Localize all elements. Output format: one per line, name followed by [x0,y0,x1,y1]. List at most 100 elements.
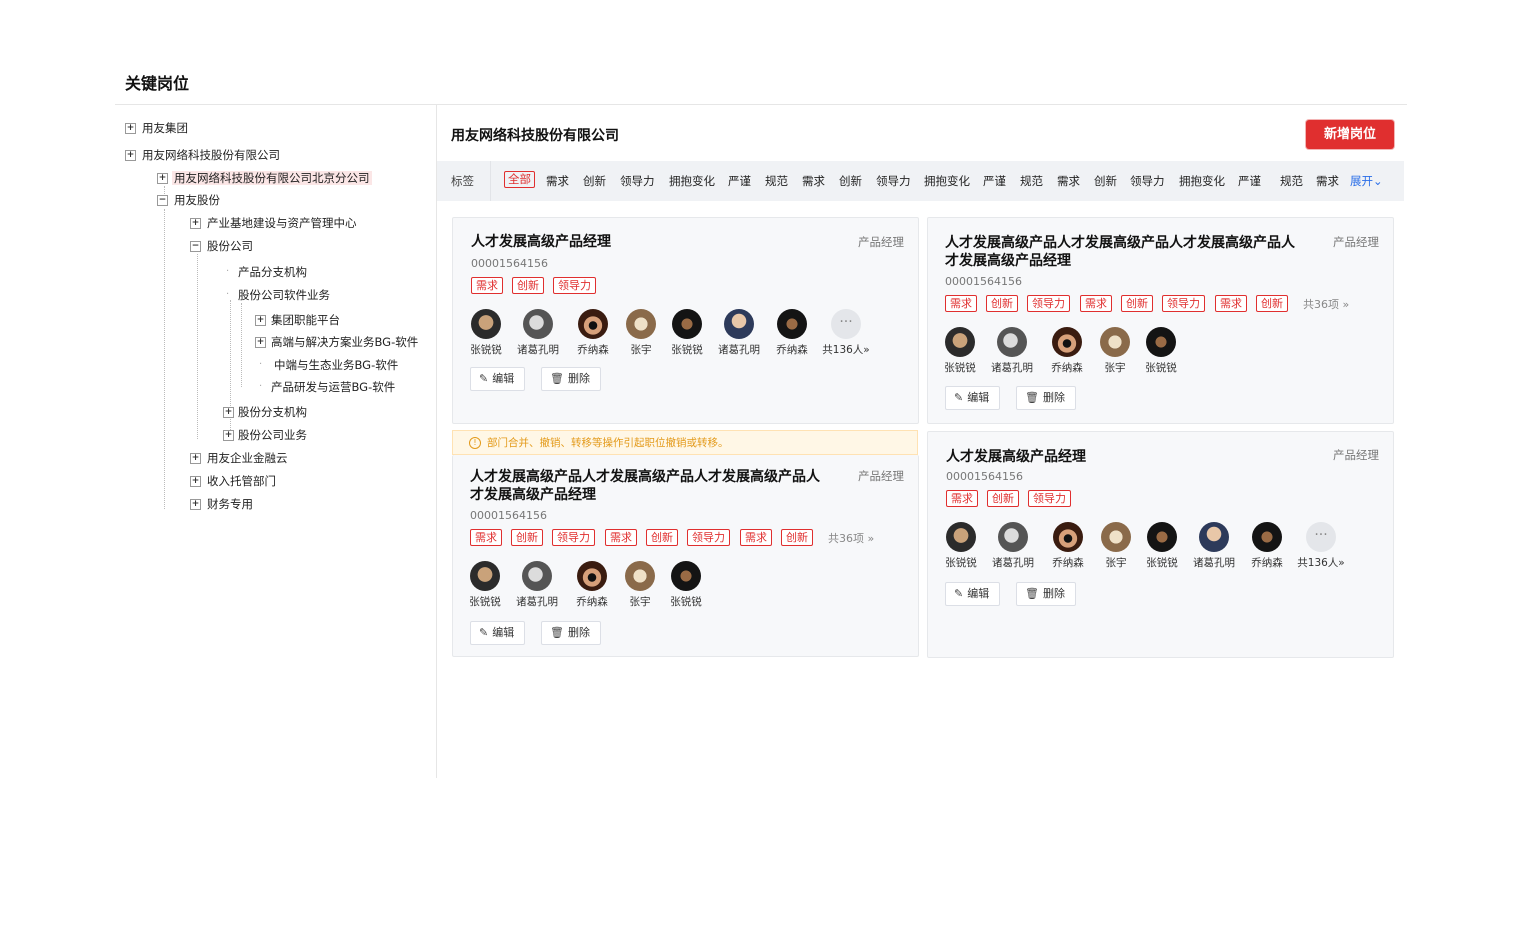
position-card[interactable]: 人才发展高级产品经理 产品经理 00001564156 ✎ 编辑 🗑 删除 需求 创新… [452,217,919,424]
expand-tags-button[interactable]: 展开⌄ [1350,173,1383,189]
filter-tag[interactable]: 拥抱变化 [924,173,970,189]
filter-tag-all[interactable]: 全部 [504,171,535,188]
tree-node-revenue-custody[interactable]: + 收入托管部门 [190,473,276,489]
filter-tag[interactable]: 拥抱变化 [669,173,715,189]
avatar[interactable] [724,309,754,339]
tree-node-yonyou-group[interactable]: + 用友集团 [125,120,188,136]
tree-node-group-function[interactable]: + 集团职能平台 [255,312,340,328]
tree-node-label: 产品分支机构 [238,265,307,279]
expand-icon[interactable]: + [255,337,266,348]
tree-node-product-branch[interactable]: · 产品分支机构 [226,264,307,280]
avatar[interactable] [998,522,1028,552]
position-card[interactable]: 人才发展高级产品人才发展高级产品人才发展高级产品人才发展高级产品经理 产品经理 … [927,217,1394,424]
filter-tag[interactable]: 需求 [802,173,825,189]
avatar[interactable] [625,561,655,591]
tree-node-share-business[interactable]: + 股份公司业务 [223,427,307,443]
tree-node-finance-only[interactable]: + 财务专用 [190,496,253,512]
filter-tag[interactable]: 严谨 [1238,173,1261,189]
position-card[interactable]: 人才发展高级产品人才发展高级产品人才发展高级产品人才发展高级产品经理 产品经理 … [452,455,919,657]
filter-tag[interactable]: 领导力 [620,173,655,189]
more-people-icon[interactable]: ··· [831,309,861,339]
avatar[interactable] [1100,327,1130,357]
tree-node-yonyou-shares[interactable]: − 用友股份 [157,192,220,208]
avatar[interactable] [671,561,701,591]
position-code: 00001564156 [471,257,548,270]
avatar[interactable] [578,309,608,339]
avatar[interactable] [470,561,500,591]
edit-button[interactable]: ✎ 编辑 [470,367,526,391]
avatar[interactable] [1101,522,1131,552]
filter-tag[interactable]: 创新 [1094,173,1117,189]
delete-button[interactable]: 🗑 删除 [541,367,601,391]
tree-node-label: 用友企业金融云 [207,451,288,465]
tree-node-yonyou-network[interactable]: + 用友网络科技股份有限公司 [125,147,280,163]
expand-icon[interactable]: + [255,315,266,326]
filter-tag[interactable]: 创新 [839,173,862,189]
avatar[interactable] [997,327,1027,357]
expand-icon[interactable]: + [190,218,201,229]
tree-node-share-branch[interactable]: + 股份分支机构 [223,404,307,420]
filter-tag[interactable]: 规范 [765,173,788,189]
edit-button-label: 编辑 [492,372,515,385]
expand-icon[interactable]: + [125,150,136,161]
people-count-link[interactable]: 共136人» [1293,555,1349,570]
delete-button[interactable]: 🗑 删除 [1016,582,1076,606]
people-count-link[interactable]: 共136人» [818,342,874,357]
tree-node-mid-end-bg[interactable]: · 中端与生态业务BG-软件 [259,357,398,373]
avatar[interactable] [522,561,552,591]
tree-node-software-business[interactable]: · 股份公司软件业务 [226,287,330,303]
avatar[interactable] [577,561,607,591]
filter-tag[interactable]: 领导力 [1130,173,1165,189]
collapse-icon[interactable]: − [157,195,168,206]
avatar[interactable] [1052,327,1082,357]
tree-node-finance-cloud[interactable]: + 用友企业金融云 [190,450,288,466]
more-people-icon[interactable]: ··· [1306,522,1336,552]
avatar[interactable] [1199,522,1229,552]
tree-node-rd-bg[interactable]: · 产品研发与运营BG-软件 [259,379,395,395]
filter-tag[interactable]: 需求 [1057,173,1080,189]
filter-tag[interactable]: 需求 [546,173,569,189]
tree-node-share-company[interactable]: − 股份公司 [190,238,253,254]
add-position-button[interactable]: 新增岗位 [1306,120,1394,149]
expand-icon[interactable]: + [223,430,234,441]
expand-icon[interactable]: + [223,407,234,418]
filter-tag[interactable]: 拥抱变化 [1179,173,1225,189]
tree-node-high-end-bg[interactable]: + 高端与解决方案业务BG-软件 [255,334,418,350]
delete-button-label: 删除 [1042,391,1065,404]
tags-more-link[interactable]: 共36项 » [1303,296,1349,312]
filter-tag[interactable]: 规范 [1020,173,1043,189]
position-card[interactable]: 人才发展高级产品经理 产品经理 00001564156 ✎ 编辑 🗑 删除 需求 创新… [927,431,1394,658]
filter-tag[interactable]: 需求 [1316,173,1339,189]
delete-button[interactable]: 🗑 删除 [1016,386,1076,410]
avatar[interactable] [1146,327,1176,357]
avatar[interactable] [777,309,807,339]
filter-tag[interactable]: 严谨 [983,173,1006,189]
tree-node-industrial-base[interactable]: + 产业基地建设与资产管理中心 [190,215,357,231]
collapse-icon[interactable]: − [190,241,201,252]
tags-more-link[interactable]: 共36项 » [828,530,874,546]
avatar[interactable] [1147,522,1177,552]
person-name: 张锐锐 [469,596,501,608]
filter-tag[interactable]: 领导力 [876,173,911,189]
delete-button[interactable]: 🗑 删除 [541,621,601,645]
avatar[interactable] [523,309,553,339]
avatar[interactable] [626,309,656,339]
tree-node-beijing-branch[interactable]: + 用友网络科技股份有限公司北京分公司 [157,170,372,186]
edit-button[interactable]: ✎ 编辑 [945,386,1001,410]
expand-icon[interactable]: + [190,499,201,510]
avatar[interactable] [1053,522,1083,552]
edit-button[interactable]: ✎ 编辑 [470,621,526,645]
filter-tag[interactable]: 规范 [1280,173,1303,189]
filter-tag[interactable]: 创新 [583,173,606,189]
expand-icon[interactable]: + [190,453,201,464]
expand-icon[interactable]: + [157,173,168,184]
filter-tag[interactable]: 严谨 [728,173,751,189]
avatar[interactable] [945,327,975,357]
avatar[interactable] [471,309,501,339]
avatar[interactable] [946,522,976,552]
avatar[interactable] [1252,522,1282,552]
expand-icon[interactable]: + [125,123,136,134]
expand-icon[interactable]: + [190,476,201,487]
avatar[interactable] [672,309,702,339]
edit-button[interactable]: ✎ 编辑 [945,582,1001,606]
